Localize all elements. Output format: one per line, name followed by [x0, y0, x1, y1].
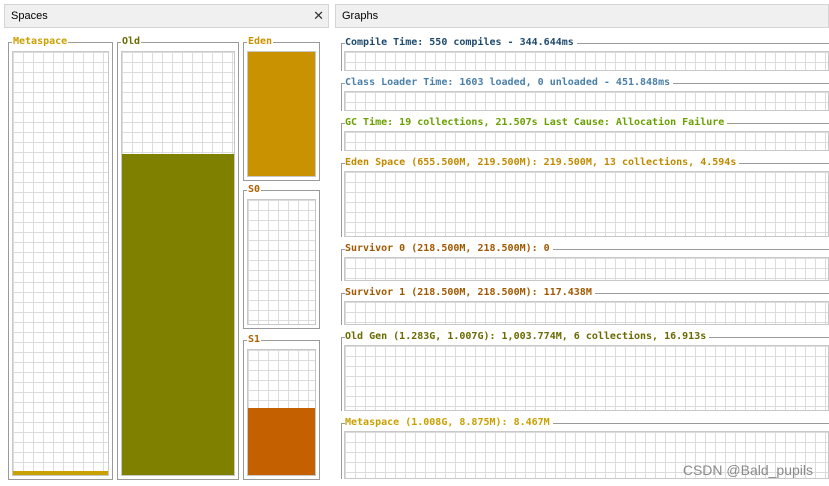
graph-area — [344, 345, 829, 411]
graph-border — [341, 423, 342, 479]
graph-area — [344, 91, 829, 111]
space-eden: Eden — [243, 36, 320, 181]
graph-border — [341, 43, 342, 71]
graph-title-eden: Eden Space (655.500M, 219.500M): 219.500… — [345, 157, 740, 169]
graph-survivor0: Survivor 0 (218.500M, 218.500M): 0 — [341, 243, 829, 281]
graph-border — [341, 163, 342, 237]
space-s1: S1 — [243, 334, 320, 480]
graph-area — [344, 131, 829, 151]
graph-oldgen: Old Gen (1.283G, 1.007G): 1,003.774M, 6 … — [341, 331, 829, 411]
graph-area — [344, 257, 829, 281]
graph-classloader: Class Loader Time: 1603 loaded, 0 unload… — [341, 77, 829, 111]
space-grid — [247, 51, 316, 177]
graph-title-compile: Compile Time: 550 compiles - 344.644ms — [345, 37, 577, 49]
graph-title-metaspace: Metaspace (1.008G, 8.875M): 8.467M — [345, 417, 553, 429]
space-label-s0: S0 — [247, 184, 262, 196]
space-fill-s1 — [248, 407, 315, 475]
graph-title-gc: GC Time: 19 collections, 21.507s Last Ca… — [345, 117, 728, 129]
space-fill-metaspace — [13, 470, 108, 475]
graph-border — [341, 293, 342, 325]
graph-survivor1: Survivor 1 (218.500M, 218.500M): 117.438… — [341, 287, 829, 325]
graph-border — [341, 337, 342, 411]
graph-border — [341, 123, 342, 151]
graph-gc: GC Time: 19 collections, 21.507s Last Ca… — [341, 117, 829, 151]
graph-compile: Compile Time: 550 compiles - 344.644ms — [341, 37, 829, 71]
graph-eden: Eden Space (655.500M, 219.500M): 219.500… — [341, 157, 829, 237]
space-fill-old — [122, 153, 234, 475]
space-grid — [247, 199, 316, 325]
watermark: CSDN @Bald_pupils — [682, 462, 813, 478]
space-grid — [121, 51, 235, 476]
graph-area — [344, 301, 829, 325]
space-grid — [12, 51, 109, 476]
space-label-metaspace: Metaspace — [12, 36, 69, 48]
graph-title-oldgen: Old Gen (1.283G, 1.007G): 1,003.774M, 6 … — [345, 331, 710, 343]
graph-area — [344, 51, 829, 71]
graph-area — [344, 171, 829, 237]
graph-title-classloader: Class Loader Time: 1603 loaded, 0 unload… — [345, 77, 674, 89]
graphs-panel-header: Graphs — [335, 4, 829, 28]
graph-title-survivor1: Survivor 1 (218.500M, 218.500M): 117.438… — [345, 287, 595, 299]
space-old: Old — [117, 36, 239, 480]
graph-title-survivor0: Survivor 0 (218.500M, 218.500M): 0 — [345, 243, 553, 255]
space-label-s1: S1 — [247, 334, 262, 346]
space-metaspace: Metaspace — [8, 36, 113, 480]
close-icon[interactable]: ✕ — [313, 5, 324, 27]
space-grid — [247, 349, 316, 476]
spaces-panel-title: Spaces — [11, 10, 48, 22]
space-label-eden: Eden — [247, 36, 274, 48]
space-s0: S0 — [243, 184, 320, 329]
spaces-panel-header: Spaces ✕ — [4, 4, 329, 28]
space-fill-eden — [248, 52, 315, 176]
graphs-panel-title: Graphs — [342, 10, 379, 22]
graph-border — [341, 249, 342, 281]
space-label-old: Old — [121, 36, 142, 48]
graph-border — [341, 83, 342, 111]
